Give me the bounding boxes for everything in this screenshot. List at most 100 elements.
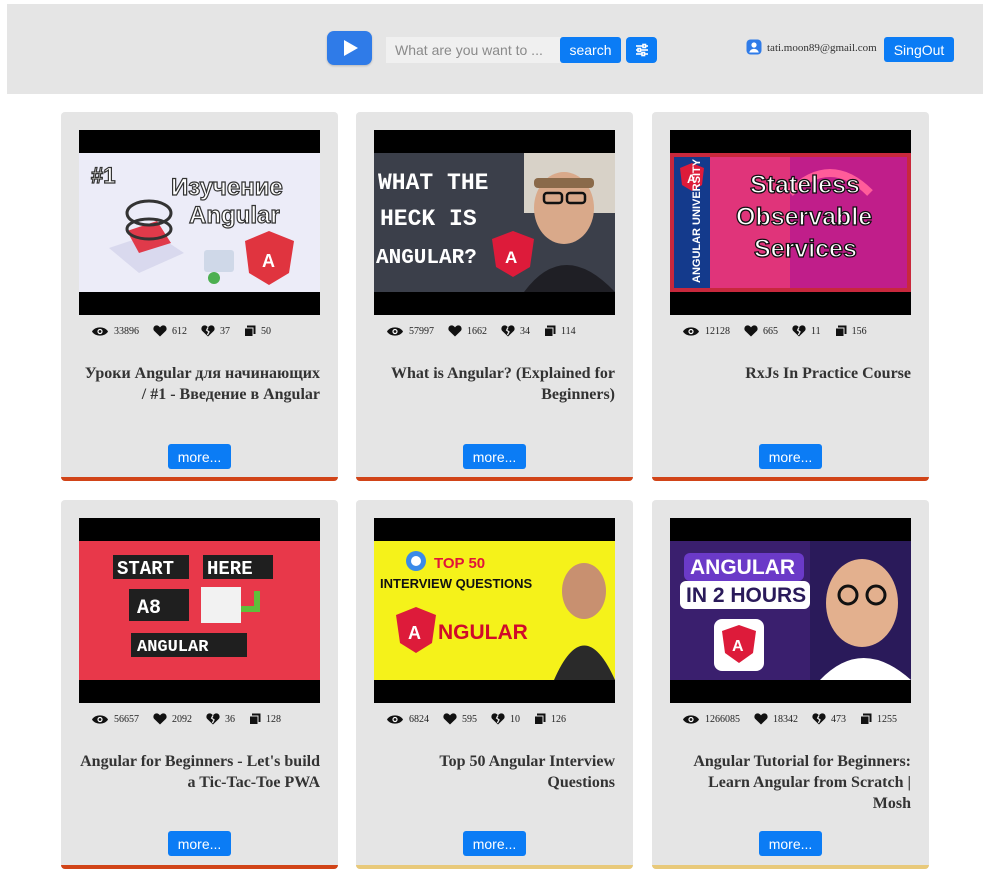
thumb-text: #1 [91, 163, 115, 188]
dislikes-count: 473 [831, 713, 846, 725]
broken-heart-icon [491, 713, 505, 725]
thumb-text: ANGULAR [137, 638, 209, 657]
dislikes-count: 34 [520, 325, 530, 337]
broken-heart-icon [792, 325, 806, 337]
video-stats: 12128 665 11 156 [682, 323, 912, 339]
thumb-text: START [117, 558, 174, 580]
card-bottom-bar [652, 477, 929, 481]
thumb-text: HERE [207, 558, 253, 580]
filter-button[interactable] [626, 37, 657, 63]
copy-icon [249, 713, 261, 725]
svg-text:A: A [262, 251, 275, 271]
likes-count: 1662 [467, 325, 487, 337]
search-button[interactable]: search [560, 37, 621, 63]
thumb-text: NGULAR [438, 621, 528, 644]
dislikes-count: 37 [220, 325, 230, 337]
svg-text:A8: A8 [137, 597, 161, 620]
likes-count: 18342 [773, 713, 798, 725]
user-email: tati.moon89@gmail.com [767, 42, 877, 54]
video-title: RxJs In Practice Course [745, 365, 911, 382]
dislikes-count: 11 [811, 325, 821, 337]
thumb-text: Services [754, 235, 857, 263]
video-stats: 6824 595 10 126 [386, 711, 616, 727]
video-card: ANGULAR IN 2 HOURS A 1266085 18342 473 1… [652, 500, 929, 869]
thumb-text: ANGULAR? [376, 247, 477, 270]
video-thumbnail[interactable]: WHAT THE HECK IS ANGULAR? A [374, 130, 615, 315]
views-count: 1266085 [705, 713, 740, 725]
comments-count: 126 [551, 713, 566, 725]
heart-icon [443, 713, 457, 725]
search-input[interactable] [386, 37, 561, 63]
svg-text:A: A [732, 638, 744, 655]
sliders-icon [635, 43, 648, 57]
top-bar: search tati.moon89@gmail.com SingOut [7, 4, 983, 94]
broken-heart-icon [812, 713, 826, 725]
more-button[interactable]: more... [463, 831, 526, 856]
eye-icon [387, 714, 403, 724]
video-card: A ANGULAR UNIVERSITY Stateless Observabl… [652, 112, 929, 481]
video-card: TOP 50 INTERVIEW QUESTIONS A NGULAR 6824… [356, 500, 633, 869]
comments-count: 1255 [877, 713, 897, 725]
video-thumbnail[interactable]: A ANGULAR UNIVERSITY Stateless Observabl… [670, 130, 911, 315]
views-count: 6824 [409, 713, 429, 725]
eye-icon [387, 326, 403, 336]
eye-icon [92, 326, 108, 336]
dislikes-count: 10 [510, 713, 520, 725]
comments-count: 156 [851, 325, 867, 337]
likes-count: 612 [172, 325, 187, 337]
thumb-text: Observable [736, 203, 872, 231]
video-card: START HERE A8 ANGULAR 56657 2092 36 128 … [61, 500, 338, 869]
signout-button[interactable]: SingOut [884, 37, 954, 62]
video-stats: 56657 2092 36 128 [91, 711, 321, 727]
thumb-text: ANGULAR [690, 556, 795, 579]
more-button[interactable]: more... [463, 444, 526, 469]
thumb-text: WHAT THE [378, 170, 488, 196]
svg-text:A: A [505, 248, 517, 267]
video-card: #1 Изучение Angular A 33896 612 37 50 Ур… [61, 112, 338, 481]
play-logo-button[interactable] [327, 31, 372, 65]
dislikes-count: 36 [225, 713, 235, 725]
thumb-text: ANGULAR UNIVERSITY [691, 158, 703, 283]
comments-count: 114 [561, 325, 576, 337]
thumb-text: IN 2 HOURS [686, 584, 806, 607]
video-title: Уроки Angular для начинающих / #1 - Введ… [84, 365, 320, 403]
card-bottom-bar [356, 477, 633, 481]
svg-text:A: A [408, 623, 421, 643]
more-button[interactable]: more... [168, 444, 231, 469]
likes-count: 665 [763, 325, 778, 337]
card-bottom-bar [652, 865, 929, 869]
more-button[interactable]: more... [759, 444, 822, 469]
video-thumbnail[interactable]: ANGULAR IN 2 HOURS A [670, 518, 911, 703]
video-thumbnail[interactable]: TOP 50 INTERVIEW QUESTIONS A NGULAR [374, 518, 615, 703]
eye-icon [92, 714, 108, 724]
card-bottom-bar [61, 865, 338, 869]
eye-icon [683, 326, 699, 336]
heart-icon [448, 325, 462, 337]
broken-heart-icon [501, 325, 515, 337]
views-count: 12128 [705, 325, 730, 337]
broken-heart-icon [206, 713, 220, 725]
play-icon [343, 40, 358, 56]
more-button[interactable]: more... [759, 831, 822, 856]
broken-heart-icon [201, 325, 215, 337]
more-button[interactable]: more... [168, 831, 231, 856]
likes-count: 595 [462, 713, 477, 725]
heart-icon [153, 325, 167, 337]
thumb-text: INTERVIEW QUESTIONS [380, 576, 532, 591]
heart-icon [153, 713, 167, 725]
thumb-text: Angular [189, 202, 280, 229]
card-bottom-bar [356, 865, 633, 869]
video-stats: 57997 1662 34 114 [386, 323, 616, 339]
comments-count: 128 [266, 713, 281, 725]
likes-count: 2092 [172, 713, 192, 725]
thumb-text: Изучение [171, 174, 283, 201]
video-thumbnail[interactable]: START HERE A8 ANGULAR [79, 518, 320, 703]
video-title: Top 50 Angular Interview Questions [439, 753, 615, 791]
video-thumbnail[interactable]: #1 Изучение Angular A [79, 130, 320, 315]
copy-icon [534, 713, 546, 725]
copy-icon [860, 713, 872, 725]
video-stats: 33896 612 37 50 [91, 323, 321, 339]
video-title: Angular for Beginners - Let's build a Ti… [80, 753, 320, 791]
copy-icon [834, 325, 847, 337]
user-avatar-icon [746, 39, 762, 55]
